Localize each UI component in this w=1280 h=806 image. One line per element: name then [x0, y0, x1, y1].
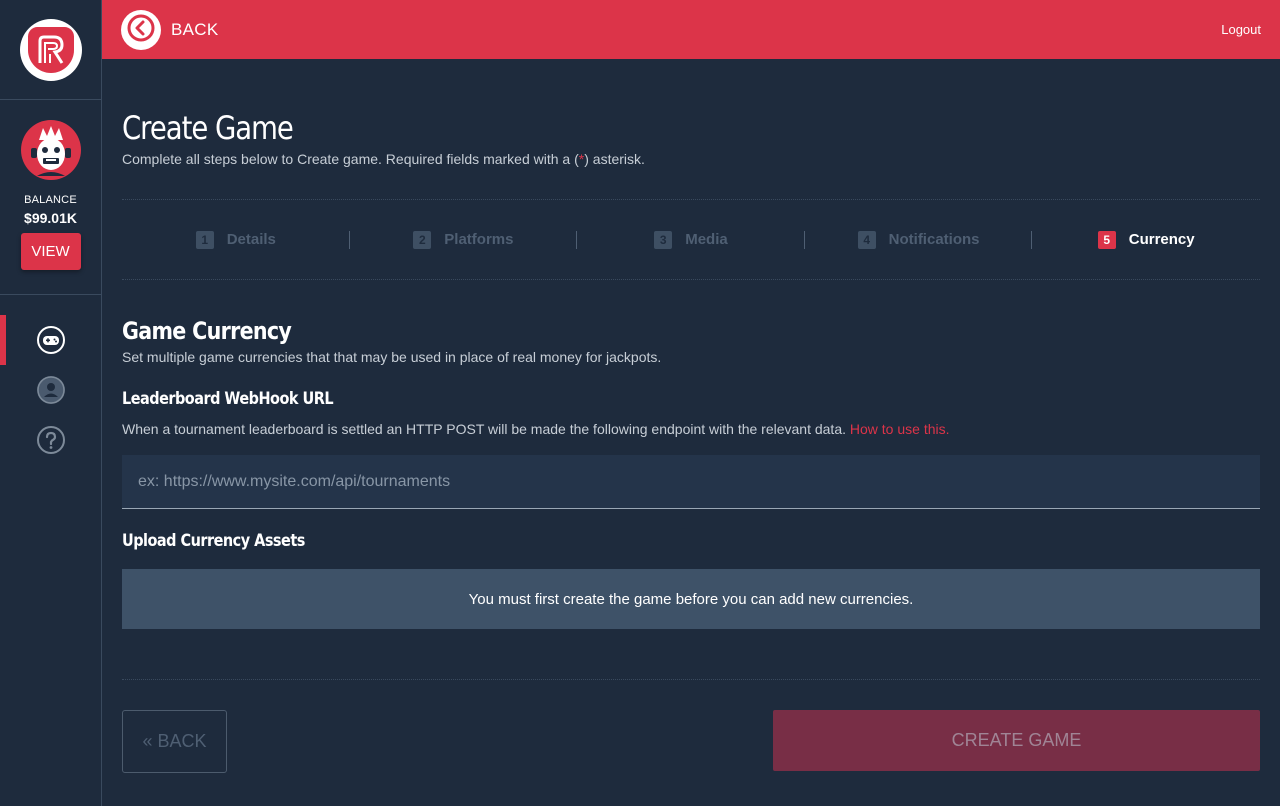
page-subtitle-text: Complete all steps below to Create game.… [122, 151, 579, 167]
balance-value: $99.01K [24, 210, 77, 226]
step-number: 4 [857, 230, 876, 249]
top-bar: BACK Logout [102, 0, 1280, 59]
logo-mark [27, 26, 74, 73]
back-link[interactable]: BACK [171, 20, 219, 40]
app-logo[interactable] [19, 18, 82, 81]
help-icon [36, 425, 66, 455]
logout-link[interactable]: Logout [1221, 22, 1261, 37]
how-to-use-link[interactable]: How to use this. [850, 421, 950, 437]
main-content: Create Game Complete all steps below to … [122, 59, 1260, 773]
create-game-button[interactable]: CREATE GAME [773, 710, 1260, 771]
divider [122, 679, 1260, 680]
currency-notice: You must first create the game before yo… [122, 569, 1260, 629]
user-icon [36, 375, 66, 405]
step-currency[interactable]: 5 Currency [1032, 230, 1260, 249]
back-button[interactable]: « BACK [122, 710, 227, 773]
section-subtitle: Set multiple game currencies that that m… [122, 349, 662, 365]
balance-label: BALANCE [24, 194, 77, 206]
step-label: Media [685, 231, 728, 248]
step-tabs: 1 Details 2 Platforms 3 Media 4 Notifica… [122, 199, 1260, 280]
page-subtitle: Complete all steps below to Create game.… [122, 151, 1260, 167]
page-title: Create Game [122, 109, 294, 147]
sidebar: BALANCE $99.01K VIEW [0, 0, 102, 806]
avatar[interactable] [20, 120, 81, 180]
step-number: 2 [413, 230, 432, 249]
form-actions: « BACK CREATE GAME [122, 710, 1260, 773]
webhook-url-input[interactable] [122, 455, 1260, 509]
chevron-left-icon [127, 14, 155, 46]
webhook-title: Leaderboard WebHook URL [122, 389, 334, 409]
step-number: 1 [195, 230, 214, 249]
step-number: 3 [654, 230, 673, 249]
step-label: Currency [1128, 231, 1195, 248]
step-media[interactable]: 3 Media [577, 230, 805, 249]
page-subtitle-end: ) asterisk. [584, 151, 645, 167]
step-label: Details [226, 231, 276, 248]
section-title: Game Currency [122, 317, 292, 345]
step-label: Notifications [888, 231, 980, 248]
back-circle-button[interactable] [121, 9, 161, 50]
webhook-description: When a tournament leaderboard is settled… [122, 421, 1260, 437]
step-platforms[interactable]: 2 Platforms [350, 230, 578, 249]
logo-container [0, 0, 101, 100]
profile-panel: BALANCE $99.01K VIEW [0, 100, 101, 295]
upload-assets-title: Upload Currency Assets [122, 531, 305, 551]
webhook-description-text: When a tournament leaderboard is settled… [122, 421, 850, 437]
gamepad-icon [36, 325, 66, 355]
sidebar-nav [0, 295, 101, 465]
step-notifications[interactable]: 4 Notifications [805, 230, 1033, 249]
step-label: Platforms [444, 231, 514, 248]
step-number: 5 [1097, 230, 1116, 249]
view-balance-button[interactable]: VIEW [20, 233, 81, 270]
nav-item-help[interactable] [0, 415, 101, 465]
step-details[interactable]: 1 Details [122, 230, 350, 249]
nav-item-games[interactable] [0, 315, 101, 365]
nav-item-account[interactable] [0, 365, 101, 415]
